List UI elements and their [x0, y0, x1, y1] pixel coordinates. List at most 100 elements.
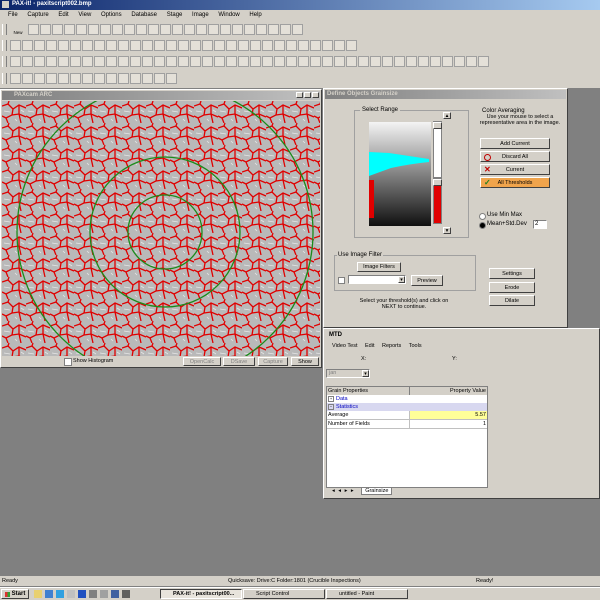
ellipse-icon[interactable]: [94, 39, 105, 51]
range-down-arrow[interactable]: ▾: [443, 227, 451, 234]
expand-icon[interactable]: +: [328, 396, 334, 402]
tool-icon[interactable]: [406, 55, 417, 67]
text-icon[interactable]: [70, 39, 81, 51]
tool-icon[interactable]: [214, 55, 225, 67]
tool-icon[interactable]: [310, 39, 321, 51]
mtd-menu-tools[interactable]: Tools: [409, 343, 422, 349]
start-button[interactable]: Start: [1, 589, 29, 599]
mtd-menu-edit[interactable]: Edit: [365, 343, 374, 349]
tool-icon[interactable]: [322, 55, 333, 67]
menu-file[interactable]: File: [8, 12, 18, 18]
show-button[interactable]: Show: [291, 357, 319, 366]
tool-icon[interactable]: [166, 72, 177, 84]
slider-thumb[interactable]: [433, 179, 442, 186]
save-image-button[interactable]: DSave: [223, 357, 255, 366]
tool-icon[interactable]: [58, 72, 69, 84]
quicklaunch-icon[interactable]: [122, 590, 130, 598]
tool-icon[interactable]: [70, 55, 81, 67]
data-row[interactable]: + Data: [327, 395, 487, 403]
tool-icon[interactable]: [286, 39, 297, 51]
chevron-down-icon[interactable]: ▾: [398, 276, 405, 283]
save-icon[interactable]: [40, 23, 51, 35]
tool-icon[interactable]: [310, 55, 321, 67]
quicklaunch-icon[interactable]: [56, 590, 64, 598]
mtd-menu-reports[interactable]: Reports: [382, 343, 401, 349]
tool-icon[interactable]: [208, 23, 219, 35]
range-slider-upper[interactable]: [433, 121, 442, 178]
task-paint[interactable]: untitled - Paint: [326, 589, 408, 599]
table-row[interactable]: Number of Fields 1: [327, 419, 487, 429]
menu-stage[interactable]: Stage: [167, 12, 183, 18]
quicklaunch-icon[interactable]: [78, 590, 86, 598]
tool-icon[interactable]: [94, 72, 105, 84]
all-thresholds-button[interactable]: ✓ All Thresholds: [480, 177, 550, 188]
grid-icon[interactable]: [136, 23, 147, 35]
collapse-icon[interactable]: −: [328, 404, 334, 410]
mtd-menu-video-test[interactable]: Video Test: [332, 343, 357, 349]
tab-nav-prev[interactable]: ◂: [338, 488, 341, 494]
quicklaunch-icon[interactable]: [89, 590, 97, 598]
tool-icon[interactable]: [46, 55, 57, 67]
cut-icon[interactable]: [34, 39, 45, 51]
tool-icon[interactable]: [430, 55, 441, 67]
menu-view[interactable]: View: [78, 12, 91, 18]
menu-window[interactable]: Window: [218, 12, 239, 18]
tool-icon[interactable]: [166, 55, 177, 67]
open-icon[interactable]: [28, 23, 39, 35]
tool-icon[interactable]: [292, 23, 303, 35]
tool-icon[interactable]: [478, 55, 489, 67]
tool-icon[interactable]: [274, 55, 285, 67]
quicklaunch-icon[interactable]: [34, 590, 42, 598]
opencalc-button[interactable]: OpenCalc: [183, 357, 221, 366]
tool-icon[interactable]: [262, 39, 273, 51]
tool-icon[interactable]: [172, 23, 183, 35]
tool-icon[interactable]: [298, 55, 309, 67]
tool-icon[interactable]: [178, 39, 189, 51]
undo-icon[interactable]: [118, 39, 129, 51]
tab-nav-first[interactable]: ◂: [332, 488, 335, 494]
micrograph-canvas[interactable]: [2, 101, 320, 356]
camera-icon[interactable]: [76, 23, 87, 35]
image-icon[interactable]: [112, 23, 123, 35]
tool-icon[interactable]: [22, 55, 33, 67]
tool-icon[interactable]: [286, 55, 297, 67]
tool-icon[interactable]: [442, 55, 453, 67]
tool-icon[interactable]: [130, 72, 141, 84]
tool-icon[interactable]: [334, 39, 345, 51]
tool-icon[interactable]: [298, 39, 309, 51]
copy-icon[interactable]: [142, 39, 153, 51]
tool-icon[interactable]: [118, 72, 129, 84]
task-script-control[interactable]: Script Control: [243, 589, 325, 599]
tool-icon[interactable]: [238, 55, 249, 67]
tool-icon[interactable]: [214, 39, 225, 51]
tool-icon[interactable]: [106, 55, 117, 67]
tool-icon[interactable]: [34, 55, 45, 67]
tool-icon[interactable]: [160, 23, 171, 35]
tab-grainsize[interactable]: Grainsize: [361, 487, 393, 495]
tool-icon[interactable]: [190, 39, 201, 51]
tool-icon[interactable]: [262, 55, 273, 67]
tool-icon[interactable]: [190, 55, 201, 67]
tool-icon[interactable]: [142, 55, 153, 67]
dilate-button[interactable]: Dilate: [489, 295, 535, 306]
settings-button[interactable]: Settings: [489, 268, 535, 279]
menu-edit[interactable]: Edit: [58, 12, 68, 18]
tool-icon[interactable]: [142, 72, 153, 84]
menu-help[interactable]: Help: [249, 12, 261, 18]
capture-button[interactable]: Capture: [258, 357, 288, 366]
quicklaunch-icon[interactable]: [100, 590, 108, 598]
tool-icon[interactable]: [34, 72, 45, 84]
quicklaunch-icon[interactable]: [67, 590, 75, 598]
new-button[interactable]: New: [10, 23, 26, 35]
tool-icon[interactable]: [232, 23, 243, 35]
tool-icon[interactable]: [256, 23, 267, 35]
preview-button[interactable]: Preview: [411, 275, 443, 286]
tool-icon[interactable]: [238, 39, 249, 51]
tool-icon[interactable]: [154, 55, 165, 67]
add-current-button[interactable]: Add Current: [480, 138, 550, 149]
pointer-icon[interactable]: [10, 39, 21, 51]
slider-thumb[interactable]: [433, 122, 442, 129]
maximize-icon[interactable]: [304, 92, 311, 98]
image-filter-select[interactable]: ▾: [348, 275, 406, 284]
delete-icon[interactable]: [166, 39, 177, 51]
